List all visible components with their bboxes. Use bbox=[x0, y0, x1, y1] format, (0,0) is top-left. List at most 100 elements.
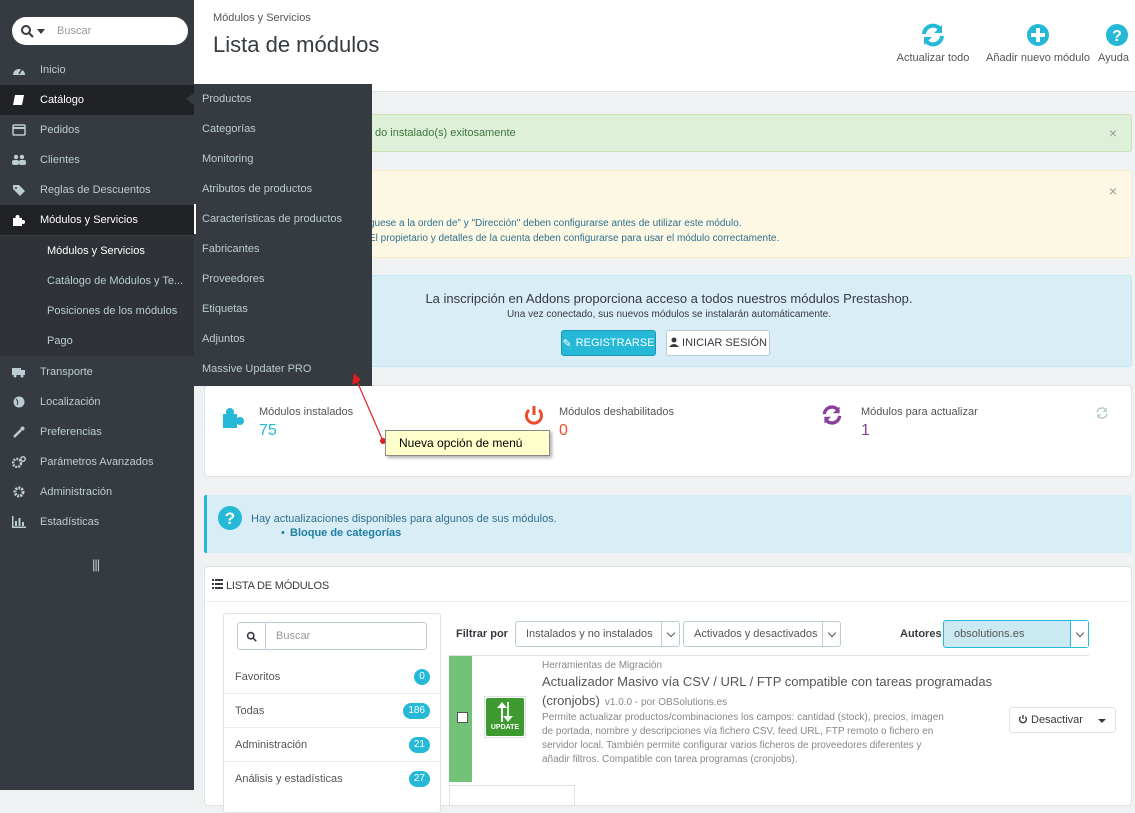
book-icon bbox=[12, 94, 26, 106]
sidebar-item-transporte[interactable]: Transporte bbox=[0, 357, 194, 387]
sidebar-item-catalogo[interactable]: Catálogo bbox=[0, 85, 194, 115]
sidebar-item-parametros[interactable]: Parámetros Avanzados bbox=[0, 447, 194, 477]
sidebar-item-label: Transporte bbox=[40, 366, 93, 378]
kpi-updates-value[interactable]: 1 bbox=[861, 422, 870, 440]
category-count-badge: 27 bbox=[408, 771, 430, 787]
enable-filter-value: Activados y desactivados bbox=[694, 628, 818, 640]
flyout-item-label: Etiquetas bbox=[202, 303, 248, 315]
submenu-item-pago[interactable]: Pago bbox=[0, 326, 194, 356]
svg-text:?: ? bbox=[1112, 28, 1122, 45]
list-icon bbox=[212, 579, 223, 592]
sidebar-collapse-icon[interactable]: ||| bbox=[92, 557, 100, 572]
flyout-item-atributos[interactable]: Atributos de productos bbox=[194, 174, 372, 204]
globe-icon bbox=[12, 396, 26, 408]
flyout-item-fabricantes[interactable]: Fabricantes bbox=[194, 234, 372, 264]
credit-card-icon bbox=[12, 124, 26, 136]
kpi-disabled-label: Módulos deshabilitados bbox=[559, 406, 674, 418]
plus-circle-icon bbox=[982, 22, 1094, 52]
module-action-label: Desactivar bbox=[1031, 714, 1083, 726]
submenu-item-label: Pago bbox=[47, 335, 73, 347]
install-filter-select[interactable]: Instalados y no instalados bbox=[515, 621, 680, 647]
breadcrumb[interactable]: Módulos y Servicios bbox=[213, 12, 311, 24]
close-icon[interactable]: × bbox=[1109, 125, 1117, 141]
category-search[interactable]: Buscar bbox=[237, 622, 427, 650]
category-label: Todas bbox=[235, 704, 265, 717]
toolbar-refresh-button[interactable]: Actualizar todo bbox=[888, 22, 978, 64]
category-item-administracion[interactable]: Administración 21 bbox=[224, 728, 440, 762]
sidebar-item-descuentos[interactable]: Reglas de Descuentos bbox=[0, 175, 194, 205]
updates-alert-link[interactable]: Bloque de categorías bbox=[290, 527, 401, 539]
sidebar-item-label: Parámetros Avanzados bbox=[40, 456, 154, 468]
submenu-item-modulos[interactable]: Módulos y Servicios bbox=[0, 236, 194, 266]
category-item-favoritos[interactable]: Favoritos 0 bbox=[224, 660, 440, 694]
flyout-item-productos[interactable]: Productos bbox=[194, 84, 372, 114]
authors-select[interactable]: obsolutions.es bbox=[943, 620, 1089, 648]
cogs-icon bbox=[11, 456, 26, 469]
module-icon: UPDATE bbox=[484, 696, 526, 738]
sidebar-item-localizacion[interactable]: Localización bbox=[0, 387, 194, 417]
flyout-item-adjuntos[interactable]: Adjuntos bbox=[194, 324, 372, 354]
refresh-icon bbox=[821, 404, 843, 429]
module-description: de portada, nombre y descripciones vía f… bbox=[542, 726, 934, 737]
power-icon bbox=[523, 404, 545, 429]
warning-alert-line: El propietario y detalles de la cuenta d… bbox=[369, 233, 780, 244]
search-dropdown-caret-icon[interactable] bbox=[37, 28, 45, 34]
sidebar-item-clientes[interactable]: Clientes bbox=[0, 145, 194, 175]
register-button[interactable]: ✎ REGISTRARSE bbox=[561, 330, 656, 356]
flyout-item-etiquetas[interactable]: Etiquetas bbox=[194, 294, 372, 324]
sidebar-item-pedidos[interactable]: Pedidos bbox=[0, 115, 194, 145]
pencil-icon: ✎ bbox=[562, 337, 572, 350]
module-description: Permite actualizar productos/combinacion… bbox=[542, 712, 944, 723]
panel-divider bbox=[205, 601, 1131, 602]
sidebar-item-inicio[interactable]: Inicio bbox=[0, 55, 194, 85]
search-icon bbox=[20, 24, 34, 38]
category-label: Análisis y estadísticas bbox=[235, 773, 343, 785]
sidebar-item-modulos[interactable]: Módulos y Servicios bbox=[0, 205, 194, 235]
cog-icon bbox=[12, 486, 26, 498]
submenu-item-catalogo-modulos[interactable]: Catálogo de Módulos y Te... bbox=[0, 266, 194, 296]
tag-icon bbox=[12, 184, 26, 196]
swap-arrows-icon bbox=[497, 702, 513, 722]
flyout-item-caracteristicas[interactable]: Características de productos bbox=[194, 204, 372, 234]
module-checkbox[interactable] bbox=[457, 712, 468, 723]
flyout-item-categorias[interactable]: Categorías bbox=[194, 114, 372, 144]
user-icon bbox=[669, 337, 680, 350]
sidebar-item-administracion[interactable]: Administración bbox=[0, 477, 194, 507]
toolbar-add-module-button[interactable]: Añadir nuevo módulo bbox=[982, 22, 1094, 64]
login-button[interactable]: INICIAR SESIÓN bbox=[666, 330, 770, 356]
sidebar-item-label: Localización bbox=[40, 396, 101, 408]
sidebar-search-input[interactable]: Buscar bbox=[57, 25, 91, 37]
chevron-down-icon bbox=[661, 622, 679, 646]
submenu-item-posiciones[interactable]: Posiciones de los módulos bbox=[0, 296, 194, 326]
close-icon[interactable]: × bbox=[1109, 183, 1117, 199]
sidebar-search[interactable]: Buscar bbox=[12, 17, 188, 45]
category-item-todas[interactable]: Todas 186 bbox=[224, 694, 440, 728]
category-item-analisis[interactable]: Análisis y estadísticas 27 bbox=[224, 762, 440, 796]
sidebar: Buscar Inicio Catálogo Pedidos Clientes … bbox=[0, 0, 194, 790]
flyout-item-monitoring[interactable]: Monitoring bbox=[194, 144, 372, 174]
chevron-down-icon bbox=[1070, 621, 1088, 647]
submenu-item-label: Módulos y Servicios bbox=[47, 245, 145, 257]
toolbar-help-button[interactable]: ? Ayuda bbox=[1098, 22, 1135, 64]
dashboard-icon bbox=[12, 64, 26, 76]
sidebar-item-estadisticas[interactable]: Estadísticas bbox=[0, 507, 194, 537]
module-description: añadir filtros. Compatible con tarea pro… bbox=[542, 754, 798, 765]
flyout-item-label: Fabricantes bbox=[202, 243, 260, 255]
sidebar-item-label: Preferencias bbox=[40, 426, 102, 438]
category-search-input[interactable]: Buscar bbox=[276, 630, 310, 642]
sidebar-item-preferencias[interactable]: Preferencias bbox=[0, 417, 194, 447]
flyout-item-label: Proveedores bbox=[202, 273, 265, 285]
kpi-installed-value[interactable]: 75 bbox=[259, 422, 277, 440]
kpi-disabled-value[interactable]: 0 bbox=[559, 422, 568, 440]
flyout-item-proveedores[interactable]: Proveedores bbox=[194, 264, 372, 294]
flyout-item-label: Productos bbox=[202, 93, 252, 105]
module-description: servidor local. También permite configur… bbox=[542, 740, 922, 751]
caret-down-icon[interactable] bbox=[1098, 719, 1106, 723]
enable-filter-select[interactable]: Activados y desactivados bbox=[683, 621, 841, 647]
refresh-kpi-icon[interactable] bbox=[1095, 406, 1109, 423]
sidebar-item-label: Catálogo bbox=[40, 94, 85, 106]
filter-label: Filtrar por bbox=[456, 628, 508, 640]
module-action-button[interactable]: Desactivar bbox=[1009, 707, 1116, 733]
module-name: (cronjobs) bbox=[542, 693, 600, 708]
power-icon bbox=[1018, 714, 1028, 727]
